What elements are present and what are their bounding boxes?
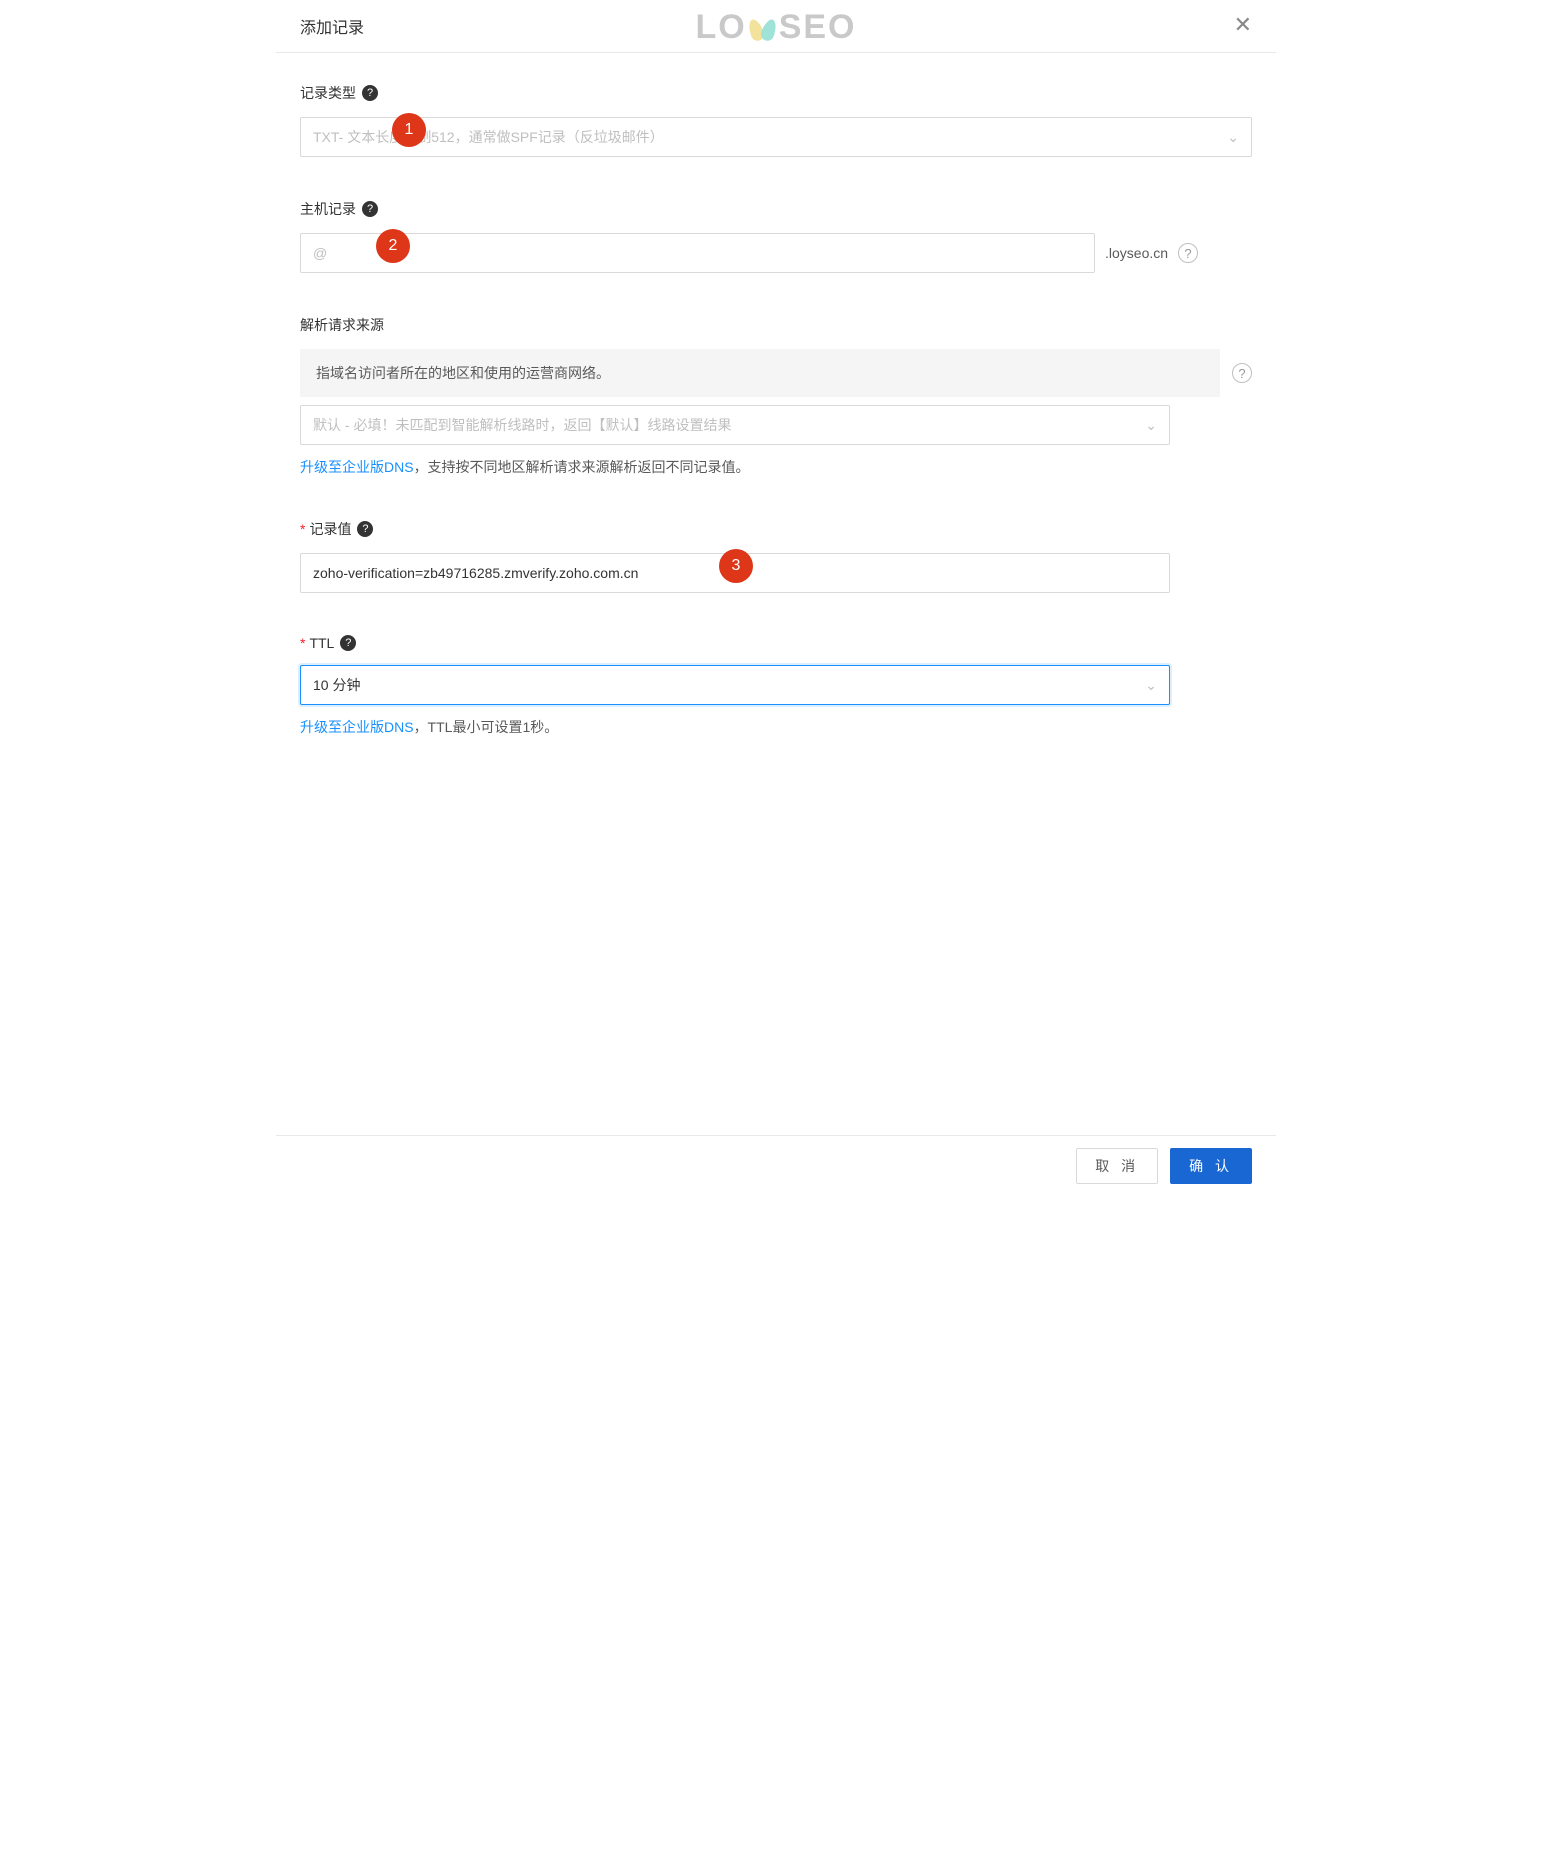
field-record-value: * 记录值 ? 3 (300, 519, 1252, 593)
resolve-info-text: 指域名访问者所在的地区和使用的运营商网络。 (316, 365, 610, 381)
ttl-upgrade-tip: 升级至企业版DNS，TTL最小可设置1秒。 (300, 717, 1252, 737)
resolve-info-box: 指域名访问者所在的地区和使用的运营商网络。 (300, 349, 1220, 397)
field-record-type: 记录类型 ? TXT- 文本长度限制512，通常做SPF记录（反垃圾邮件） ⌄ … (300, 83, 1252, 157)
chevron-down-icon: ⌄ (1227, 129, 1239, 146)
annotation-badge-3: 3 (719, 549, 753, 583)
label-text: 主机记录 (300, 199, 356, 219)
modal-body: 记录类型 ? TXT- 文本长度限制512，通常做SPF记录（反垃圾邮件） ⌄ … (276, 53, 1276, 1135)
host-record-input[interactable] (300, 233, 1095, 273)
add-record-modal: 添加记录 LO SEO ✕ 记录类型 ? TXT- 文本长度限制512，通常做S… (276, 0, 1276, 1196)
label-resolve-source: 解析请求来源 (300, 315, 1252, 335)
host-suffix: .loyseo.cn (1105, 245, 1168, 261)
resolve-source-select[interactable]: 默认 - 必填！未匹配到智能解析线路时，返回【默认】线路设置结果 ⌄ (300, 405, 1170, 445)
upgrade-tail: ，支持按不同地区解析请求来源解析返回不同记录值。 (414, 459, 750, 475)
host-record-row: .loyseo.cn ? (300, 233, 1252, 273)
resolve-source-value: 默认 - 必填！未匹配到智能解析线路时，返回【默认】线路设置结果 (313, 415, 731, 435)
modal-footer: 取 消 确 认 4 (276, 1135, 1276, 1196)
modal-header: 添加记录 LO SEO ✕ (276, 0, 1276, 53)
required-mark: * (300, 635, 305, 651)
resolve-upgrade-tip: 升级至企业版DNS，支持按不同地区解析请求来源解析返回不同记录值。 (300, 457, 1252, 477)
ttl-value: 10 分钟 (313, 675, 360, 695)
resolve-info-row: 指域名访问者所在的地区和使用的运营商网络。 ? (300, 349, 1252, 397)
label-host-record: 主机记录 ? (300, 199, 1252, 219)
help-icon[interactable]: ? (357, 521, 373, 537)
required-mark: * (300, 521, 305, 537)
watermark-text-right: SEO (779, 8, 857, 47)
watermark-logo: LO SEO (695, 8, 856, 47)
label-record-type: 记录类型 ? (300, 83, 1252, 103)
record-type-value: TXT- 文本长度限制512，通常做SPF记录（反垃圾邮件） (313, 127, 664, 147)
leaf-icon (750, 13, 776, 43)
label-text: 解析请求来源 (300, 315, 384, 335)
modal-title: 添加记录 (300, 14, 364, 38)
record-type-select[interactable]: TXT- 文本长度限制512，通常做SPF记录（反垃圾邮件） ⌄ (300, 117, 1252, 157)
upgrade-link[interactable]: 升级至企业版DNS (300, 459, 414, 475)
ttl-select[interactable]: 10 分钟 ⌄ (300, 665, 1170, 705)
field-resolve-source: 解析请求来源 指域名访问者所在的地区和使用的运营商网络。 ? 默认 - 必填！未… (300, 315, 1252, 477)
help-outline-icon[interactable]: ? (1178, 243, 1198, 263)
chevron-down-icon: ⌄ (1145, 417, 1157, 434)
help-icon[interactable]: ? (340, 635, 356, 651)
chevron-down-icon: ⌄ (1145, 677, 1157, 694)
field-host-record: 主机记录 ? .loyseo.cn ? 2 (300, 199, 1252, 273)
field-ttl: * TTL ? 10 分钟 ⌄ 升级至企业版DNS，TTL最小可设置1秒。 (300, 635, 1252, 737)
upgrade-link[interactable]: 升级至企业版DNS (300, 719, 414, 735)
help-icon[interactable]: ? (362, 201, 378, 217)
label-text: 记录类型 (300, 83, 356, 103)
label-text: TTL (309, 635, 334, 651)
watermark-text-left: LO (695, 8, 746, 47)
label-record-value: * 记录值 ? (300, 519, 1252, 539)
help-outline-icon[interactable]: ? (1232, 363, 1252, 383)
help-icon[interactable]: ? (362, 85, 378, 101)
label-text: 记录值 (309, 519, 351, 539)
label-ttl: * TTL ? (300, 635, 1252, 651)
upgrade-tail: ，TTL最小可设置1秒。 (414, 719, 559, 735)
close-icon[interactable]: ✕ (1234, 14, 1252, 36)
confirm-button[interactable]: 确 认 (1170, 1148, 1252, 1184)
annotation-badge-2: 2 (376, 229, 410, 263)
cancel-button[interactable]: 取 消 (1076, 1148, 1158, 1184)
annotation-badge-1: 1 (392, 113, 426, 147)
